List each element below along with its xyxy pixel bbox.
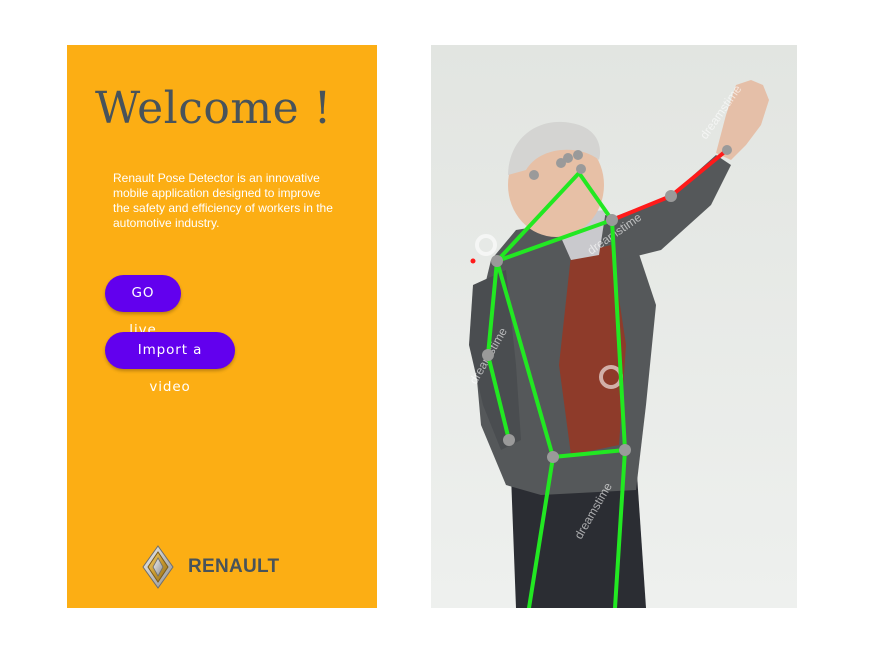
- keypoint: [529, 170, 539, 180]
- keypoint: [576, 164, 586, 174]
- keypoint: [619, 444, 631, 456]
- keypoint: [722, 145, 732, 155]
- brand-name: RENAULT: [188, 556, 280, 577]
- keypoint: [665, 190, 677, 202]
- camera-frame: dreamstime dreamstime dreamstime dreamst…: [431, 45, 797, 608]
- description-line: automotive industry.: [113, 216, 220, 230]
- renault-brand: RENAULT: [142, 545, 279, 589]
- pose-detection-view: dreamstime dreamstime dreamstime dreamst…: [431, 45, 797, 608]
- keypoint: [482, 349, 494, 361]
- keypoint: [563, 153, 573, 163]
- keypoint: [470, 258, 476, 264]
- go-live-button[interactable]: GO live: [105, 275, 181, 338]
- description-line: mobile application designed to improve: [113, 186, 321, 200]
- welcome-screen: Welcome ! Renault Pose Detector is an in…: [67, 45, 377, 608]
- keypoint: [491, 255, 503, 267]
- description-line: the safety and efficiency of workers in …: [113, 201, 333, 215]
- keypoint: [547, 451, 559, 463]
- description-line: Renault Pose Detector is an innovative: [113, 171, 320, 185]
- renault-diamond-icon: [142, 545, 174, 589]
- keypoint: [503, 434, 515, 446]
- import-video-button[interactable]: Import a video: [105, 332, 235, 395]
- keypoint: [606, 214, 618, 226]
- welcome-title: Welcome !: [95, 83, 332, 134]
- app-description: Renault Pose Detector is an innovative m…: [113, 171, 363, 231]
- keypoint: [573, 150, 583, 160]
